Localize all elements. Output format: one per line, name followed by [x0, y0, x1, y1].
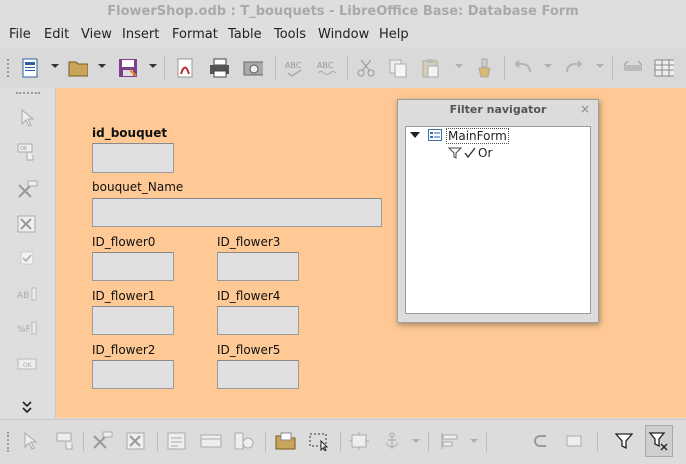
toolbar-grip[interactable]: [7, 59, 12, 77]
tree-item-mainform[interactable]: MainForm: [446, 128, 509, 144]
save-icon[interactable]: [118, 58, 138, 78]
push-button-icon[interactable]: [55, 430, 77, 452]
undo-dropdown-arrow[interactable]: [544, 64, 552, 68]
activation-order-icon[interactable]: [233, 430, 255, 452]
id-flower1-label: ID_flower1: [92, 289, 156, 303]
window-title: FlowerShop.odb : T_bouquets - LibreOffic…: [107, 4, 579, 19]
undo-icon[interactable]: [512, 58, 532, 78]
bouquet-name-field[interactable]: [92, 198, 382, 227]
paste-dropdown-arrow[interactable]: [455, 64, 463, 68]
spelling-icon[interactable]: ABC: [284, 58, 304, 78]
align-dropdown-arrow[interactable]: [470, 439, 478, 443]
tree-item-or[interactable]: Or: [478, 146, 492, 160]
cut-icon[interactable]: [356, 58, 376, 78]
id-flower4-field[interactable]: [217, 306, 299, 335]
id-flower2-field[interactable]: [92, 360, 174, 389]
id-flower2-label: ID_flower2: [92, 343, 156, 357]
auto-filter-icon[interactable]: [613, 430, 635, 452]
svg-text:ABC: ABC: [285, 61, 302, 70]
menu-format[interactable]: Format: [172, 27, 218, 42]
id-flower0-label: ID_flower0: [92, 235, 156, 249]
svg-text:AB: AB: [17, 291, 29, 301]
menu-view[interactable]: View: [81, 27, 112, 42]
svg-text:OK: OK: [20, 146, 28, 152]
id-flower4-label: ID_flower4: [217, 289, 281, 303]
standard-toolbar: ABC ABC: [0, 48, 686, 89]
redo-icon[interactable]: [563, 58, 583, 78]
design-mode-icon[interactable]: [16, 180, 38, 200]
copy-icon[interactable]: [388, 58, 408, 78]
control-properties-icon[interactable]: [125, 430, 147, 452]
menu-insert[interactable]: Insert: [122, 27, 159, 42]
table-icon[interactable]: [654, 58, 674, 78]
svg-text:ABC: ABC: [317, 61, 334, 70]
menu-table[interactable]: Table: [228, 27, 262, 42]
id-bouquet-label: id_bouquet: [92, 126, 168, 140]
anchor-icon[interactable]: [381, 430, 403, 452]
id-flower3-field[interactable]: [217, 252, 299, 281]
checkmark-icon: [464, 147, 476, 162]
menu-edit[interactable]: Edit: [44, 27, 69, 42]
ungroup-icon[interactable]: [563, 430, 585, 452]
select-box-icon[interactable]: [308, 430, 330, 452]
id-bouquet-field[interactable]: [92, 143, 174, 173]
position-size-icon[interactable]: [348, 430, 370, 452]
filter-navigator-window[interactable]: Filter navigator × MainForm Or: [397, 99, 599, 323]
form-controls-toolbar: OK AB %F OK: [0, 88, 56, 418]
id-flower3-label: ID_flower3: [217, 235, 281, 249]
bouquet-name-label: bouquet_Name: [92, 180, 184, 194]
toolbar-grip[interactable]: [7, 432, 12, 452]
menu-bar: File Edit View Insert Format Table Tools…: [0, 24, 686, 46]
id-flower0-field[interactable]: [92, 252, 174, 281]
new-document-icon[interactable]: [20, 58, 40, 78]
toolbar-grip[interactable]: [16, 92, 40, 97]
design-mode-icon[interactable]: [91, 430, 113, 452]
id-flower5-field[interactable]: [217, 360, 299, 389]
id-flower1-field[interactable]: [92, 306, 174, 335]
align-icon[interactable]: [439, 430, 461, 452]
formatted-field-icon[interactable]: %F: [16, 318, 38, 338]
pointer-icon[interactable]: [16, 108, 38, 128]
menu-help[interactable]: Help: [379, 27, 409, 42]
filter-tree[interactable]: MainForm Or: [405, 126, 591, 314]
svg-text:OK: OK: [23, 362, 33, 369]
form-navigator-icon[interactable]: [200, 430, 222, 452]
window-title-bar: FlowerShop.odb : T_bouquets - LibreOffic…: [0, 0, 686, 24]
menu-tools[interactable]: Tools: [274, 27, 306, 42]
new-dropdown-arrow[interactable]: [51, 64, 59, 68]
form-icon: [428, 129, 442, 144]
id-flower5-label: ID_flower5: [217, 343, 281, 357]
redo-dropdown-arrow[interactable]: [596, 64, 604, 68]
menu-file[interactable]: File: [9, 27, 31, 42]
open-dropdown-arrow[interactable]: [98, 64, 106, 68]
open-design-mode-icon[interactable]: [275, 430, 297, 452]
group-icon[interactable]: [532, 430, 554, 452]
menu-window[interactable]: Window: [318, 27, 369, 42]
expand-arrow-icon[interactable]: [410, 132, 420, 138]
paste-icon[interactable]: [420, 58, 440, 78]
select-icon[interactable]: [19, 430, 41, 452]
apply-filter-icon[interactable]: [645, 425, 673, 457]
save-dropdown-arrow[interactable]: [149, 64, 157, 68]
anchor-dropdown-arrow[interactable]: [412, 439, 420, 443]
auto-spellcheck-icon[interactable]: ABC: [316, 58, 336, 78]
print-preview-icon[interactable]: [243, 58, 263, 78]
ok-button-icon[interactable]: OK: [16, 354, 38, 374]
close-icon[interactable]: ×: [580, 102, 590, 116]
export-pdf-icon[interactable]: [175, 58, 195, 78]
print-icon[interactable]: [209, 58, 229, 78]
push-button-icon[interactable]: OK: [16, 142, 38, 162]
filter-icon: [447, 147, 463, 162]
control-properties-icon[interactable]: [16, 214, 38, 234]
more-controls-icon[interactable]: [16, 397, 38, 417]
open-folder-icon[interactable]: [68, 58, 88, 78]
svg-text:%F: %F: [17, 325, 31, 335]
check-box-icon[interactable]: [16, 248, 38, 268]
filter-navigator-title: Filter navigator: [449, 103, 547, 116]
form-properties-icon[interactable]: [166, 430, 188, 452]
insert-object-icon[interactable]: [622, 58, 642, 78]
label-field-icon[interactable]: AB: [16, 284, 38, 304]
form-design-toolbar: [0, 419, 686, 464]
clone-formatting-icon[interactable]: [474, 58, 494, 78]
